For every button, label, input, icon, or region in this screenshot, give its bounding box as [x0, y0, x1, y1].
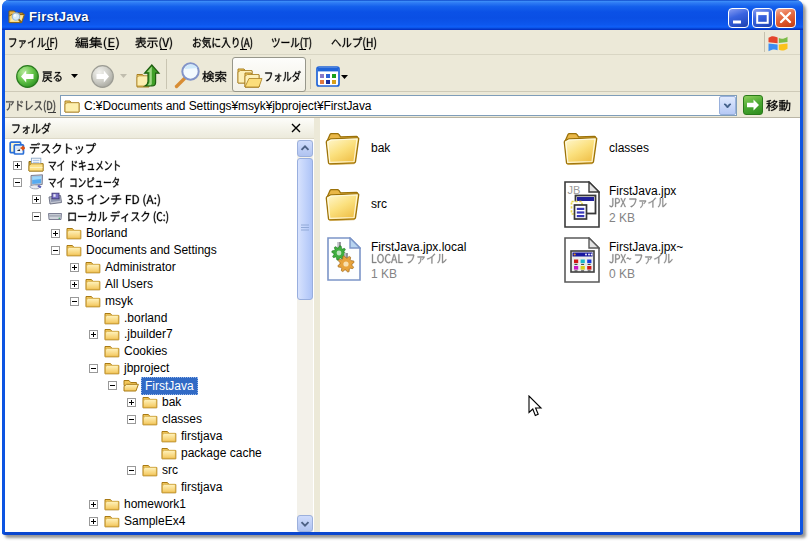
svg-text:JB: JB — [568, 184, 581, 196]
